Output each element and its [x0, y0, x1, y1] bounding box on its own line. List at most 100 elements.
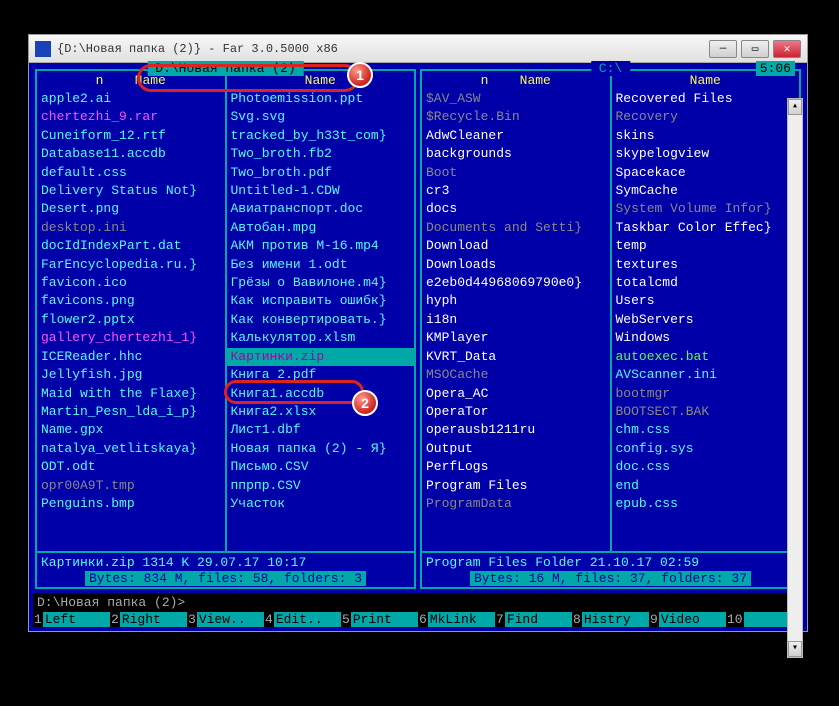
file-row[interactable]: Калькулятор.xlsm — [227, 329, 415, 347]
command-prompt[interactable]: D:\Новая папка (2)> — [33, 593, 803, 612]
file-row[interactable]: textures — [612, 256, 800, 274]
file-row[interactable]: docIdIndexPart.dat — [37, 237, 225, 255]
file-row[interactable]: AVScanner.ini — [612, 366, 800, 384]
vertical-scrollbar[interactable]: ▴ ▾ — [787, 98, 803, 658]
file-row[interactable]: Maid with the Flaxe} — [37, 385, 225, 403]
file-row[interactable]: FarEncyclopedia.ru.} — [37, 256, 225, 274]
file-row[interactable]: KVRT_Data — [422, 348, 610, 366]
file-row[interactable]: Windows — [612, 329, 800, 347]
file-row[interactable]: tracked_by_h33t_com} — [227, 127, 415, 145]
file-row[interactable]: skins — [612, 127, 800, 145]
file-row[interactable]: Книга1.accdb — [227, 385, 415, 403]
file-row[interactable]: Svg.svg — [227, 108, 415, 126]
file-row[interactable]: Output — [422, 440, 610, 458]
maximize-button[interactable]: ▭ — [741, 40, 769, 58]
close-button[interactable]: ✕ — [773, 40, 801, 58]
file-row[interactable]: Новая папка (2) - Я} — [227, 440, 415, 458]
file-row[interactable]: flower2.pptx — [37, 311, 225, 329]
minimize-button[interactable]: — — [709, 40, 737, 58]
file-row[interactable]: docs — [422, 200, 610, 218]
scroll-down-button[interactable]: ▾ — [788, 641, 802, 657]
right-panel[interactable]: C:\ 5:06 n Name $AV_ASW$Recycle.BinAdwCl… — [420, 69, 801, 589]
file-row[interactable]: Boot — [422, 164, 610, 182]
file-row[interactable]: АКМ против М-16.mp4 — [227, 237, 415, 255]
right-panel-path[interactable]: C:\ — [591, 61, 630, 76]
file-row[interactable]: skypelogview — [612, 145, 800, 163]
file-row[interactable]: totalcmd — [612, 274, 800, 292]
fkey-1[interactable]: 1Left — [33, 612, 110, 627]
file-row[interactable]: ProgramData — [422, 495, 610, 513]
file-row[interactable]: WebServers — [612, 311, 800, 329]
left-panel-path[interactable]: D:\Новая папка (2) — [147, 61, 303, 76]
file-row[interactable]: Книга 2.pdf — [227, 366, 415, 384]
fkey-6[interactable]: 6MkLink — [418, 612, 495, 627]
file-row[interactable]: Desert.png — [37, 200, 225, 218]
file-row[interactable]: Без имени 1.odt — [227, 256, 415, 274]
col-head-name[interactable]: Name — [520, 73, 551, 88]
file-row[interactable]: Two_broth.fb2 — [227, 145, 415, 163]
file-row[interactable]: i18n — [422, 311, 610, 329]
file-row[interactable]: cr3 — [422, 182, 610, 200]
file-row[interactable]: hyph — [422, 292, 610, 310]
scroll-up-button[interactable]: ▴ — [788, 99, 802, 115]
file-row[interactable]: Лист1.dbf — [227, 421, 415, 439]
file-row[interactable]: chm.css — [612, 421, 800, 439]
file-row[interactable]: SymCache — [612, 182, 800, 200]
fkey-7[interactable]: 7Find — [495, 612, 572, 627]
file-row[interactable]: Jellyfish.jpg — [37, 366, 225, 384]
file-row[interactable]: OperaTor — [422, 403, 610, 421]
file-row[interactable]: Cuneiform_12.rtf — [37, 127, 225, 145]
file-row[interactable]: Как конвертировать.} — [227, 311, 415, 329]
fkey-9[interactable]: 9Video — [649, 612, 726, 627]
titlebar[interactable]: {D:\Новая папка (2)} - Far 3.0.5000 x86 … — [29, 35, 807, 63]
file-row[interactable]: Penguins.bmp — [37, 495, 225, 513]
file-row[interactable]: Name.gpx — [37, 421, 225, 439]
file-row[interactable]: desktop.ini — [37, 219, 225, 237]
file-row[interactable]: autoexec.bat — [612, 348, 800, 366]
file-row[interactable]: Users — [612, 292, 800, 310]
file-row[interactable]: temp — [612, 237, 800, 255]
file-row[interactable]: ппрпр.CSV — [227, 477, 415, 495]
file-row[interactable]: $Recycle.Bin — [422, 108, 610, 126]
col-head-n[interactable]: n — [96, 73, 104, 88]
file-row[interactable]: Как исправить ошибк} — [227, 292, 415, 310]
file-row[interactable]: Recovered Files — [612, 90, 800, 108]
file-row[interactable]: Database11.accdb — [37, 145, 225, 163]
file-row[interactable]: $AV_ASW — [422, 90, 610, 108]
file-row[interactable]: Книга2.xlsx — [227, 403, 415, 421]
left-panel[interactable]: D:\Новая папка (2) n Name apple2.aichert… — [35, 69, 416, 589]
file-row[interactable]: Spacekace — [612, 164, 800, 182]
file-row[interactable]: Downloads — [422, 256, 610, 274]
fkey-3[interactable]: 3View.. — [187, 612, 264, 627]
file-row[interactable]: Грёзы о Вавилоне.m4} — [227, 274, 415, 292]
file-row[interactable]: Program Files — [422, 477, 610, 495]
file-row[interactable]: Recovery — [612, 108, 800, 126]
file-row[interactable]: Delivery Status Not} — [37, 182, 225, 200]
file-row[interactable]: favicon.ico — [37, 274, 225, 292]
file-row[interactable]: bootmgr — [612, 385, 800, 403]
file-row[interactable]: backgrounds — [422, 145, 610, 163]
file-row[interactable]: PerfLogs — [422, 458, 610, 476]
fkey-4[interactable]: 4Edit.. — [264, 612, 341, 627]
file-row[interactable]: e2eb0d44968069790e0} — [422, 274, 610, 292]
file-row[interactable]: Opera_AC — [422, 385, 610, 403]
file-row[interactable]: doc.css — [612, 458, 800, 476]
file-row[interactable]: ODT.odt — [37, 458, 225, 476]
file-row[interactable]: Documents and Setti} — [422, 219, 610, 237]
fkey-2[interactable]: 2Right — [110, 612, 187, 627]
file-row[interactable]: ICEReader.hhc — [37, 348, 225, 366]
file-row[interactable]: Photoemission.ppt — [227, 90, 415, 108]
file-row[interactable]: BOOTSECT.BAK — [612, 403, 800, 421]
file-row[interactable]: favicons.png — [37, 292, 225, 310]
file-row[interactable]: apple2.ai — [37, 90, 225, 108]
file-row[interactable]: Картинки.zip — [227, 348, 415, 366]
file-row[interactable]: Taskbar Color Effec} — [612, 219, 800, 237]
file-row[interactable]: Автобан.mpg — [227, 219, 415, 237]
file-row[interactable]: System Volume Infor} — [612, 200, 800, 218]
file-row[interactable]: Участок — [227, 495, 415, 513]
fkey-5[interactable]: 5Print — [341, 612, 418, 627]
col-head-n[interactable]: n — [481, 73, 489, 88]
fkey-8[interactable]: 8Histry — [572, 612, 649, 627]
file-row[interactable]: opr00A9T.tmp — [37, 477, 225, 495]
file-row[interactable]: default.css — [37, 164, 225, 182]
